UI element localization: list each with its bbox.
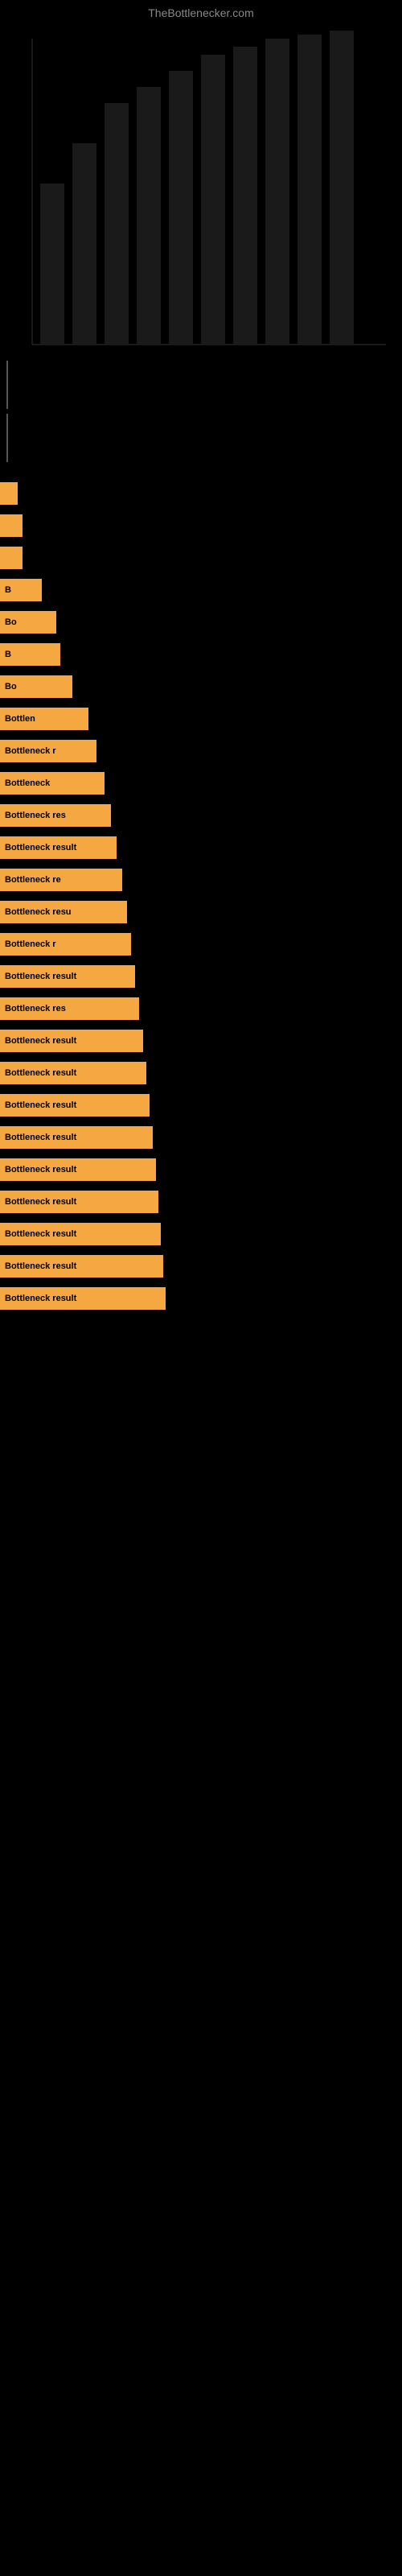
result-item-1 bbox=[0, 478, 402, 509]
result-item-18: Bottleneck result bbox=[0, 1026, 402, 1056]
result-bar-20: Bottleneck result bbox=[0, 1094, 150, 1117]
result-label-18: Bottleneck result bbox=[5, 1036, 76, 1046]
result-bar-19: Bottleneck result bbox=[0, 1062, 146, 1084]
result-bar-26: Bottleneck result bbox=[0, 1287, 166, 1310]
result-label-25: Bottleneck result bbox=[5, 1261, 76, 1271]
site-title: TheBottlenecker.com bbox=[0, 0, 402, 23]
result-bar-22: Bottleneck result bbox=[0, 1158, 156, 1181]
result-item-11: Bottleneck res bbox=[0, 800, 402, 831]
result-bar-17: Bottleneck res bbox=[0, 997, 139, 1020]
result-label-26: Bottleneck result bbox=[5, 1294, 76, 1303]
result-label-7: Bo bbox=[5, 682, 17, 691]
result-label-23: Bottleneck result bbox=[5, 1197, 76, 1207]
result-label-13: Bottleneck re bbox=[5, 875, 61, 885]
result-label-14: Bottleneck resu bbox=[5, 907, 72, 917]
result-label-15: Bottleneck r bbox=[5, 939, 56, 949]
result-label-9: Bottleneck r bbox=[5, 746, 56, 756]
result-bar-3 bbox=[0, 547, 23, 569]
result-item-21: Bottleneck result bbox=[0, 1122, 402, 1153]
result-bar-8: Bottlen bbox=[0, 708, 88, 730]
result-bar-16: Bottleneck result bbox=[0, 965, 135, 988]
result-item-23: Bottleneck result bbox=[0, 1187, 402, 1217]
result-label-5: Bo bbox=[5, 617, 17, 627]
result-label-20: Bottleneck result bbox=[5, 1100, 76, 1110]
result-bar-14: Bottleneck resu bbox=[0, 901, 127, 923]
result-item-13: Bottleneck re bbox=[0, 865, 402, 895]
result-item-12: Bottleneck result bbox=[0, 832, 402, 863]
result-bar-15: Bottleneck r bbox=[0, 933, 131, 956]
vertical-indicator-2 bbox=[6, 414, 8, 462]
result-bar-24: Bottleneck result bbox=[0, 1223, 161, 1245]
result-label-19: Bottleneck result bbox=[5, 1068, 76, 1078]
result-bar-2 bbox=[0, 514, 23, 537]
result-label-22: Bottleneck result bbox=[5, 1165, 76, 1174]
result-bar-9: Bottleneck r bbox=[0, 740, 96, 762]
result-item-9: Bottleneck r bbox=[0, 736, 402, 766]
result-item-22: Bottleneck result bbox=[0, 1154, 402, 1185]
result-bar-11: Bottleneck res bbox=[0, 804, 111, 827]
result-item-4: B bbox=[0, 575, 402, 605]
result-label-24: Bottleneck result bbox=[5, 1229, 76, 1239]
chart-area bbox=[0, 23, 402, 361]
result-label-4: B bbox=[5, 585, 11, 595]
result-bar-21: Bottleneck result bbox=[0, 1126, 153, 1149]
result-item-24: Bottleneck result bbox=[0, 1219, 402, 1249]
result-item-16: Bottleneck result bbox=[0, 961, 402, 992]
result-bar-4: B bbox=[0, 579, 42, 601]
result-item-10: Bottleneck bbox=[0, 768, 402, 799]
result-bar-7: Bo bbox=[0, 675, 72, 698]
result-item-26: Bottleneck result bbox=[0, 1283, 402, 1314]
result-item-25: Bottleneck result bbox=[0, 1251, 402, 1282]
result-bar-18: Bottleneck result bbox=[0, 1030, 143, 1052]
results-container: B Bo B Bo Bottlen Bottleneck r Bottleneck Bottl… bbox=[0, 478, 402, 1314]
result-label-8: Bottlen bbox=[5, 714, 35, 724]
result-item-3 bbox=[0, 543, 402, 573]
result-item-17: Bottleneck res bbox=[0, 993, 402, 1024]
result-bar-5: Bo bbox=[0, 611, 56, 634]
result-bar-6: B bbox=[0, 643, 60, 666]
result-label-21: Bottleneck result bbox=[5, 1133, 76, 1142]
result-item-7: Bo bbox=[0, 671, 402, 702]
result-item-19: Bottleneck result bbox=[0, 1058, 402, 1088]
result-item-2 bbox=[0, 510, 402, 541]
result-bar-23: Bottleneck result bbox=[0, 1191, 158, 1213]
result-item-15: Bottleneck r bbox=[0, 929, 402, 960]
result-bar-12: Bottleneck result bbox=[0, 836, 117, 859]
result-label-16: Bottleneck result bbox=[5, 972, 76, 981]
vertical-indicator-1 bbox=[6, 361, 8, 409]
result-bar-10: Bottleneck bbox=[0, 772, 105, 795]
result-item-14: Bottleneck resu bbox=[0, 897, 402, 927]
result-label-6: B bbox=[5, 650, 11, 659]
result-item-8: Bottlen bbox=[0, 704, 402, 734]
result-label-12: Bottleneck result bbox=[5, 843, 76, 852]
result-label-17: Bottleneck res bbox=[5, 1004, 66, 1013]
result-label-10: Bottleneck bbox=[5, 778, 50, 788]
result-label-11: Bottleneck res bbox=[5, 811, 66, 820]
result-bar-13: Bottleneck re bbox=[0, 869, 122, 891]
result-item-6: B bbox=[0, 639, 402, 670]
result-bar-25: Bottleneck result bbox=[0, 1255, 163, 1278]
result-bar-1 bbox=[0, 482, 18, 505]
result-item-20: Bottleneck result bbox=[0, 1090, 402, 1121]
result-item-5: Bo bbox=[0, 607, 402, 638]
